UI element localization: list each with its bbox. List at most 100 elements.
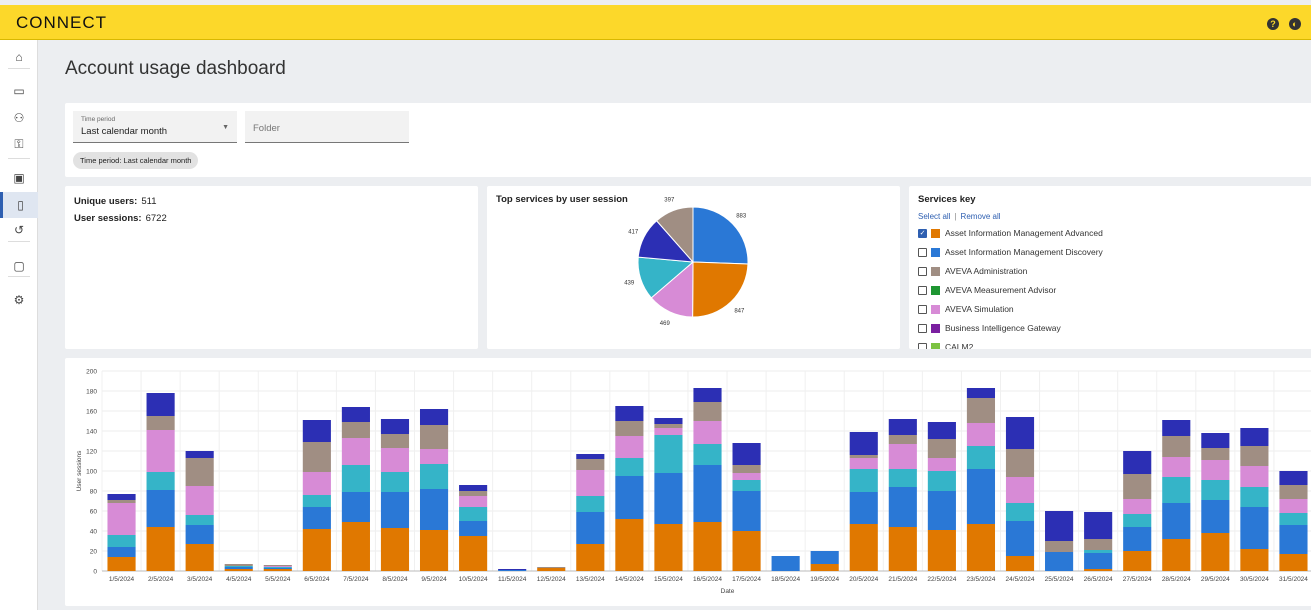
bar-segment[interactable] — [849, 524, 878, 571]
bar-segment[interactable] — [1005, 521, 1035, 556]
bar-segment[interactable] — [1005, 556, 1035, 571]
bar-segment[interactable] — [341, 522, 370, 571]
bar-segment[interactable] — [1162, 457, 1191, 477]
bar-segment[interactable] — [771, 556, 800, 571]
bar-segment[interactable] — [1279, 485, 1308, 499]
service-key-item[interactable]: Asset Information Management Discovery — [918, 246, 1103, 258]
bar-segment[interactable] — [576, 544, 605, 571]
bar-segment[interactable] — [888, 444, 917, 469]
bar-segment[interactable] — [654, 435, 683, 473]
bar-segment[interactable] — [185, 451, 214, 458]
bar-segment[interactable] — [419, 464, 449, 489]
bar-segment[interactable] — [1084, 553, 1113, 569]
bar-segment[interactable] — [107, 500, 136, 503]
bar-segment[interactable] — [537, 568, 566, 571]
bar-segment[interactable] — [1123, 551, 1152, 571]
time-period-select[interactable]: Time period Last calendar month ▼ — [73, 111, 237, 143]
bar-segment[interactable] — [1162, 503, 1191, 539]
bar-segment[interactable] — [654, 473, 683, 524]
bar-segment[interactable] — [459, 496, 488, 507]
bar-segment[interactable] — [459, 485, 488, 491]
bar-segment[interactable] — [498, 570, 527, 571]
bar-segment[interactable] — [224, 569, 253, 571]
bar-segment[interactable] — [927, 491, 956, 530]
bar-segment[interactable] — [615, 476, 644, 519]
bar-segment[interactable] — [966, 446, 996, 469]
bar-segment[interactable] — [224, 564, 253, 566]
bar-segment[interactable] — [732, 480, 761, 491]
service-checkbox[interactable]: ✓ — [918, 228, 927, 238]
select-all-link[interactable]: Select all — [918, 212, 950, 221]
bar-segment[interactable] — [263, 568, 292, 569]
bar-segment[interactable] — [224, 566, 253, 567]
bar-segment[interactable] — [693, 388, 722, 402]
bar-segment[interactable] — [732, 465, 761, 473]
bar-segment[interactable] — [1279, 499, 1308, 513]
history-icon[interactable]: ↺ — [0, 217, 38, 243]
bar-segment[interactable] — [849, 432, 878, 455]
bar-segment[interactable] — [654, 418, 683, 424]
service-key-item[interactable]: ✓ Asset Information Management Advanced — [918, 227, 1103, 239]
bar-segment[interactable] — [263, 569, 292, 571]
bar-segment[interactable] — [654, 424, 683, 428]
bar-segment[interactable] — [615, 421, 644, 436]
bar-segment[interactable] — [1201, 480, 1230, 500]
bar-segment[interactable] — [1123, 527, 1152, 551]
bar-segment[interactable] — [341, 465, 370, 492]
bar-segment[interactable] — [849, 455, 878, 458]
bar-segment[interactable] — [927, 458, 956, 471]
bar-segment[interactable] — [107, 535, 136, 547]
bar-segment[interactable] — [1201, 460, 1230, 480]
bar-segment[interactable] — [380, 472, 410, 492]
service-key-item[interactable]: Business Intelligence Gateway — [918, 322, 1061, 334]
bar-segment[interactable] — [1240, 549, 1269, 571]
bar-segment[interactable] — [146, 472, 175, 490]
service-key-item[interactable]: AVEVA Measurement Advisor — [918, 284, 1056, 296]
bar-segment[interactable] — [693, 465, 722, 522]
service-key-item[interactable]: CALM2 — [918, 341, 973, 349]
bar-segment[interactable] — [576, 454, 605, 459]
bar-segment[interactable] — [1045, 511, 1074, 541]
bar-segment[interactable] — [1240, 446, 1269, 466]
bar-segment[interactable] — [1162, 420, 1191, 436]
bar-segment[interactable] — [341, 438, 370, 465]
time-period-chip[interactable]: Time period: Last calendar month — [73, 152, 199, 169]
bar-segment[interactable] — [966, 388, 996, 398]
bar-segment[interactable] — [302, 472, 331, 495]
bar-segment[interactable] — [341, 492, 370, 522]
bar-segment[interactable] — [1045, 552, 1074, 571]
bar-segment[interactable] — [1084, 569, 1113, 571]
connect-logo[interactable]: CONNECT — [16, 13, 107, 33]
bar-segment[interactable] — [380, 448, 410, 472]
bar-segment[interactable] — [419, 530, 449, 571]
bar-segment[interactable] — [380, 419, 410, 434]
bar-segment[interactable] — [615, 519, 644, 571]
bar-segment[interactable] — [146, 490, 175, 527]
bar-segment[interactable] — [1084, 550, 1113, 553]
bar-segment[interactable] — [146, 430, 175, 472]
bar-segment[interactable] — [615, 458, 644, 476]
bar-segment[interactable] — [302, 495, 331, 507]
bar-segment[interactable] — [146, 393, 175, 416]
bar-segment[interactable] — [302, 442, 331, 472]
bar-segment[interactable] — [888, 527, 917, 571]
bar-segment[interactable] — [1084, 512, 1113, 539]
bar-segment[interactable] — [1201, 433, 1230, 448]
key-icon[interactable]: ⚿ — [0, 131, 38, 157]
bar-segment[interactable] — [380, 434, 410, 448]
bar-segment[interactable] — [185, 515, 214, 525]
bar-segment[interactable] — [107, 547, 136, 557]
bar-segment[interactable] — [1279, 513, 1308, 525]
bar-segment[interactable] — [732, 491, 761, 531]
bar-segment[interactable] — [1045, 541, 1074, 552]
dashboard-icon[interactable]: ▣ — [0, 165, 38, 191]
bar-segment[interactable] — [615, 436, 644, 458]
bar-segment[interactable] — [732, 531, 761, 571]
help-icon[interactable]: ? — [1267, 18, 1279, 30]
bar-segment[interactable] — [302, 529, 331, 571]
bar-segment[interactable] — [146, 527, 175, 571]
folder-field[interactable]: Folder — [245, 111, 409, 143]
bar-segment[interactable] — [966, 423, 996, 446]
bar-segment[interactable] — [263, 565, 292, 566]
service-checkbox[interactable] — [918, 304, 927, 314]
